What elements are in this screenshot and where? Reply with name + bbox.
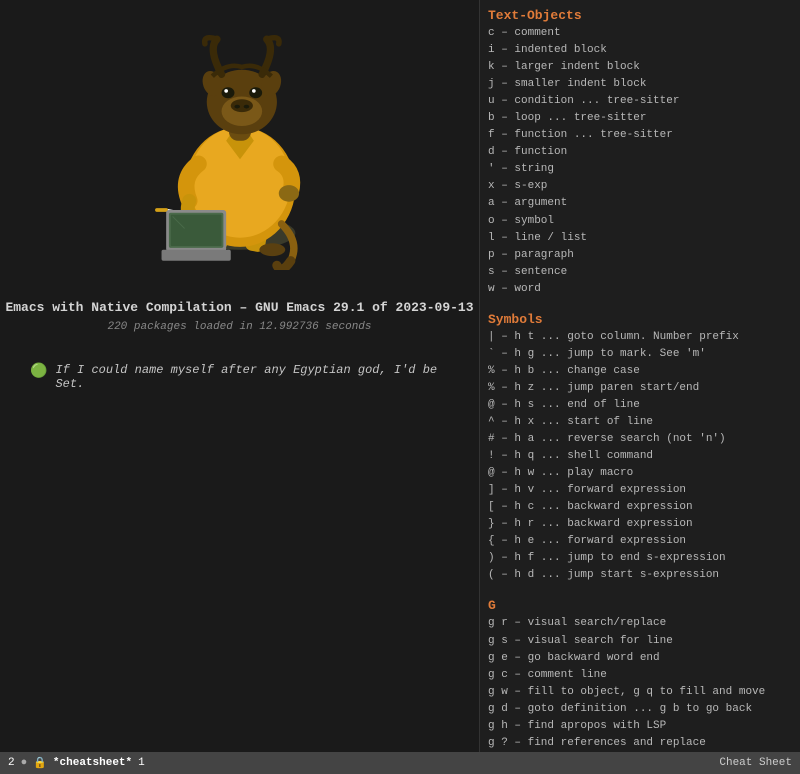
quote-container: 🟢 If I could name myself after any Egypt… (0, 363, 479, 391)
status-filename: *cheatsheet* (53, 757, 132, 769)
status-left: 2 ● 🔒 *cheatsheet* 1 (8, 756, 145, 770)
item-line-symbols-5: ^ – h x ... start of line (488, 414, 792, 431)
item-line-text-objects-6: f – function ... tree-sitter (488, 127, 792, 144)
item-line-text-objects-13: p – paragraph (488, 247, 792, 264)
item-line-symbols-11: } – h r ... backward expression (488, 516, 792, 533)
item-line-text-objects-9: x – s-exp (488, 178, 792, 195)
item-line-symbols-6: # – h a ... reverse search (not 'n') (488, 431, 792, 448)
item-line-text-objects-3: j – smaller indent block (488, 76, 792, 93)
item-line-text-objects-12: l – line / list (488, 230, 792, 247)
item-line-symbols-3: % – h z ... jump paren start/end (488, 380, 792, 397)
quote-text: If I could name myself after any Egyptia… (55, 363, 449, 391)
section-title-g: G (488, 598, 792, 613)
item-line-symbols-10: [ – h c ... backward expression (488, 499, 792, 516)
item-line-g-1: g s – visual search for line (488, 633, 792, 650)
gnu-image (110, 20, 370, 280)
item-line-symbols-9: ] – h v ... forward expression (488, 482, 792, 499)
main-content: Emacs with Native Compilation – GNU Emac… (0, 0, 800, 752)
item-line-g-3: g c – comment line (488, 667, 792, 684)
section-title-symbols: Symbols (488, 312, 792, 327)
item-line-symbols-4: @ – h s ... end of line (488, 397, 792, 414)
right-panel[interactable]: Text-Objects c – comment i – indented bl… (480, 0, 800, 752)
packages-info: 220 packages loaded in 12.992736 seconds (107, 321, 371, 333)
item-line-text-objects-5: b – loop ... tree-sitter (488, 110, 792, 127)
item-line-g-0: g r – visual search/replace (488, 615, 792, 632)
item-line-text-objects-0: c – comment (488, 25, 792, 42)
item-line-text-objects-11: o – symbol (488, 213, 792, 230)
item-line-symbols-7: ! – h q ... shell command (488, 448, 792, 465)
section-title-text-objects: Text-Objects (488, 8, 792, 23)
item-line-g-6: g h – find apropos with LSP (488, 718, 792, 735)
item-line-text-objects-7: d – function (488, 144, 792, 161)
left-panel: Emacs with Native Compilation – GNU Emac… (0, 0, 480, 752)
item-line-symbols-12: { – h e ... forward expression (488, 533, 792, 550)
status-file-number: 1 (138, 757, 145, 769)
item-line-g-5: g d – goto definition ... g b to go back (488, 701, 792, 718)
item-line-text-objects-10: a – argument (488, 195, 792, 212)
item-line-symbols-2: % – h b ... change case (488, 363, 792, 380)
status-label: Cheat Sheet (719, 757, 792, 769)
item-line-text-objects-14: s – sentence (488, 264, 792, 281)
item-line-text-objects-4: u – condition ... tree-sitter (488, 93, 792, 110)
item-line-g-4: g w – fill to object, g q to fill and mo… (488, 684, 792, 701)
gnu-mascot-svg (130, 30, 350, 270)
item-line-symbols-13: ) – h f ... jump to end s-expression (488, 550, 792, 567)
emacs-title: Emacs with Native Compilation – GNU Emac… (5, 300, 473, 315)
status-lock-icon: 🔒 (33, 756, 47, 770)
item-line-symbols-0: | – h t ... goto column. Number prefix (488, 329, 792, 346)
item-line-symbols-8: @ – h w ... play macro (488, 465, 792, 482)
item-line-symbols-14: ( – h d ... jump start s-expression (488, 567, 792, 584)
section-gap (488, 298, 792, 308)
item-line-text-objects-8: ' – string (488, 161, 792, 178)
item-line-g-7: g ? – find references and replace (488, 735, 792, 752)
item-line-text-objects-1: i – indented block (488, 42, 792, 59)
status-dot: ● (21, 757, 28, 769)
item-line-g-2: g e – go backward word end (488, 650, 792, 667)
quote-icon: 🟢 (30, 363, 47, 380)
status-number: 2 (8, 757, 15, 769)
item-line-text-objects-2: k – larger indent block (488, 59, 792, 76)
item-line-text-objects-15: w – word (488, 281, 792, 298)
item-line-symbols-1: ` – h g ... jump to mark. See 'm' (488, 346, 792, 363)
section-gap (488, 584, 792, 594)
status-bar: 2 ● 🔒 *cheatsheet* 1 Cheat Sheet (0, 752, 800, 774)
